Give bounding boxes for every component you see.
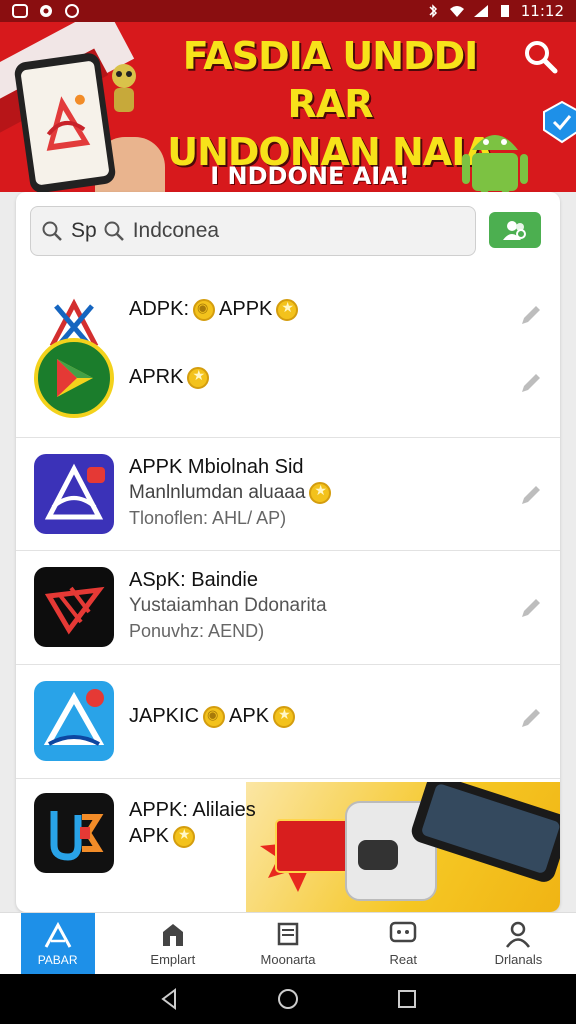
app-icon bbox=[34, 567, 114, 647]
house-icon bbox=[162, 924, 183, 946]
signal-icon bbox=[473, 5, 488, 17]
app-list-card: Sp Indconea ADPK: APPK bbox=[16, 192, 560, 912]
home-circle-icon[interactable] bbox=[276, 987, 300, 1011]
app-name: ASpK: Baindie bbox=[129, 569, 258, 591]
app-icon bbox=[34, 793, 114, 873]
play-logo-icon bbox=[57, 359, 93, 397]
android-robot-icon bbox=[462, 135, 528, 192]
recents-icon[interactable] bbox=[395, 987, 419, 1011]
nav-tab-drlanals[interactable]: Drlanals bbox=[461, 913, 576, 974]
nav-tab-emplart[interactable]: Emplart bbox=[115, 913, 230, 974]
nav-tab-moonarta[interactable]: Moonarta bbox=[230, 913, 345, 974]
mascot-icon bbox=[112, 64, 136, 112]
nav-label: Reat bbox=[389, 952, 417, 967]
search-prefix: Sp bbox=[71, 219, 97, 242]
apk-logo-icon bbox=[43, 689, 105, 746]
app-meta: Tlonoflen: AHL/ AP) bbox=[129, 508, 287, 528]
app-name: JAPKIC APK bbox=[129, 705, 296, 728]
star-coin-icon bbox=[187, 366, 210, 389]
search-input[interactable]: Sp Indconea bbox=[30, 206, 476, 256]
edit-icon[interactable] bbox=[518, 370, 544, 396]
apk-logo-icon bbox=[50, 811, 104, 861]
apk-logo-icon bbox=[44, 586, 105, 635]
list-item[interactable]: JAPKIC APK bbox=[16, 665, 560, 779]
app-description: Yustaiamhan Ddonarita bbox=[129, 595, 327, 616]
nav-label: Drlanals bbox=[494, 952, 543, 967]
home-apps-icon bbox=[44, 921, 71, 948]
wifi-small-icon bbox=[65, 4, 79, 18]
bluetooth-icon bbox=[429, 4, 437, 18]
record-icon bbox=[40, 5, 52, 17]
person-icon bbox=[506, 921, 531, 948]
system-nav-bar bbox=[0, 974, 576, 1024]
list-item[interactable]: APPK Mbiolnah Sid Manlnlumdan aluaaa Tlo… bbox=[16, 438, 560, 551]
star-coin-icon bbox=[273, 705, 296, 728]
people-search-button[interactable] bbox=[489, 212, 541, 248]
app-icon bbox=[34, 681, 114, 761]
shield-badge-icon[interactable] bbox=[542, 100, 576, 144]
app-description: APK bbox=[129, 825, 196, 848]
app-meta: Ponuvhz: AEND) bbox=[129, 621, 265, 641]
nav-tab-reat[interactable]: Reat bbox=[346, 913, 461, 974]
phone-illustration bbox=[13, 51, 117, 192]
app-name: APRK bbox=[129, 366, 210, 389]
stack-icon bbox=[277, 922, 299, 946]
nav-tab-home[interactable]: PABAR bbox=[0, 913, 115, 974]
battery-icon bbox=[500, 5, 509, 17]
coin-icon bbox=[193, 298, 216, 321]
app-icon bbox=[12, 4, 28, 18]
screen: 11:12 FASDIA UNDDI RAR UNDONAN NAIA I ND… bbox=[0, 0, 576, 1024]
nav-label: Emplart bbox=[150, 952, 196, 967]
status-bar: 11:12 bbox=[0, 0, 576, 22]
nav-label: Moonarta bbox=[260, 952, 316, 967]
edit-icon[interactable] bbox=[518, 302, 544, 328]
banner-subtitle: I NDDONE AIA! bbox=[210, 162, 410, 190]
list-item[interactable]: ADPK: APPK APRK bbox=[16, 272, 560, 438]
edit-icon[interactable] bbox=[518, 482, 544, 508]
app-name: ADPK: APPK bbox=[129, 298, 299, 321]
star-coin-icon bbox=[276, 298, 299, 321]
app-name: APPK: Alilaies bbox=[129, 799, 256, 821]
search-icon bbox=[42, 221, 62, 241]
clock: 11:12 bbox=[520, 2, 564, 20]
list-item[interactable]: ASpK: Baindie Yustaiamhan Ddonarita Ponu… bbox=[16, 551, 560, 665]
apk-logo-icon bbox=[44, 463, 105, 520]
coin-icon bbox=[203, 705, 226, 728]
bottom-nav: PABAR Emplart Moonarta Reat Drlanals bbox=[0, 912, 576, 974]
app-name: APPK Mbiolnah Sid bbox=[129, 456, 304, 478]
back-icon[interactable] bbox=[157, 987, 181, 1011]
apk-logo-icon bbox=[46, 94, 91, 151]
promo-banner[interactable]: FASDIA UNDDI RAR UNDONAN NAIA I NDDONE A… bbox=[0, 22, 576, 192]
search-icon bbox=[104, 221, 124, 241]
app-description: Manlnlumdan aluaaa bbox=[129, 482, 332, 504]
list-item[interactable]: APPK: Alilaies APK bbox=[16, 779, 560, 912]
wifi-icon bbox=[449, 6, 464, 17]
search-value: Indconea bbox=[132, 219, 220, 242]
nav-label: PABAR bbox=[37, 952, 78, 967]
edit-icon[interactable] bbox=[518, 595, 544, 621]
people-icon bbox=[503, 221, 526, 240]
banner-title: FASDIA UNDDI RAR UNDONAN NAIA bbox=[167, 34, 494, 174]
edit-icon[interactable] bbox=[518, 705, 544, 731]
star-coin-icon bbox=[173, 825, 196, 848]
search-icon[interactable] bbox=[520, 36, 560, 76]
chat-icon bbox=[389, 921, 417, 943]
app-icon bbox=[34, 338, 114, 418]
star-coin-icon bbox=[309, 482, 332, 504]
app-icon bbox=[34, 454, 114, 534]
